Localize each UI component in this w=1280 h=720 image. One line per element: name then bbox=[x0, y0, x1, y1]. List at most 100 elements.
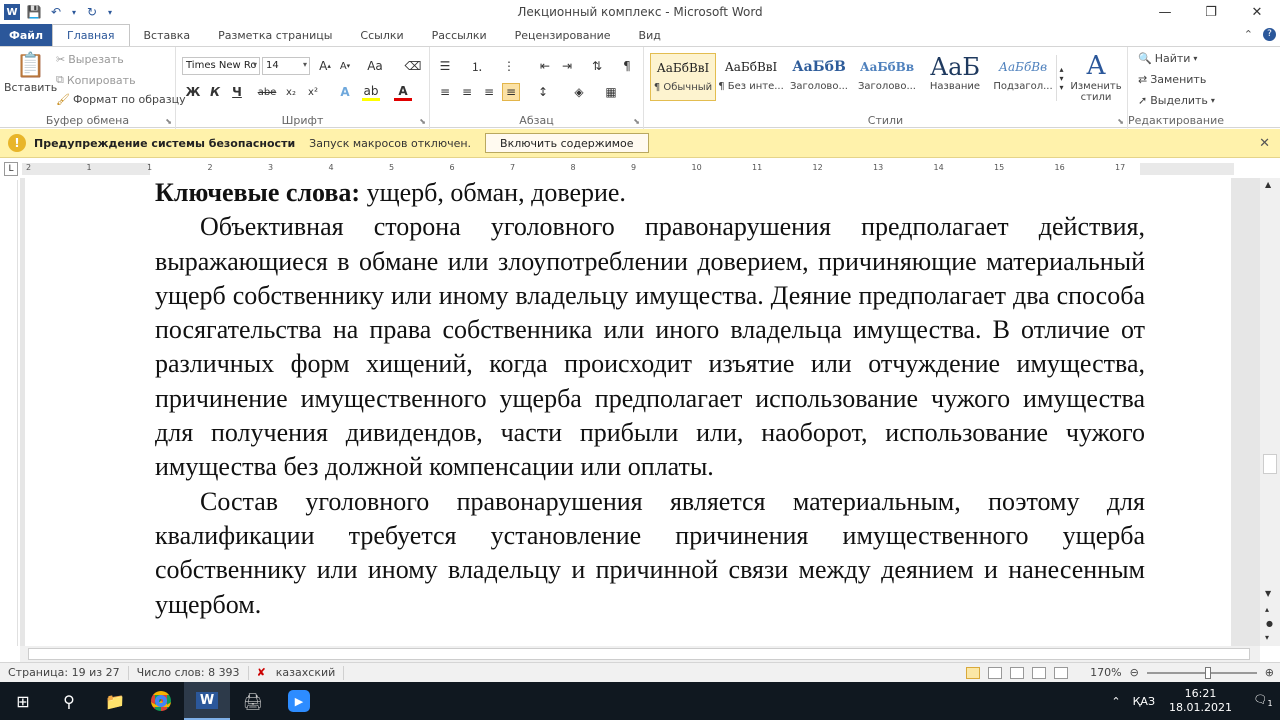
line-spacing-icon[interactable]: ↕ bbox=[534, 83, 552, 101]
file-explorer-icon[interactable]: 📁 bbox=[92, 682, 138, 720]
tab-insert[interactable]: Вставка bbox=[130, 24, 205, 46]
font-size-combo[interactable]: 14 ▾ bbox=[262, 57, 310, 75]
customize-qat-icon[interactable]: ▾ bbox=[106, 4, 114, 20]
pilcrow-icon[interactable]: ¶ bbox=[618, 57, 636, 75]
zoom-app-icon[interactable]: ▶ bbox=[276, 682, 322, 720]
numbering-icon[interactable]: ⒈ bbox=[468, 57, 486, 75]
change-case-icon[interactable]: Aa bbox=[366, 57, 384, 75]
undo-dropdown-icon[interactable]: ▾ bbox=[70, 4, 78, 20]
multilevel-list-icon[interactable]: ⋮ bbox=[500, 57, 518, 75]
style-no-spacing[interactable]: АаБбВвI ¶ Без инте... bbox=[718, 53, 784, 101]
font-launcher-icon[interactable]: ⬊ bbox=[419, 117, 426, 126]
zoom-out-icon[interactable]: ⊖ bbox=[1130, 666, 1139, 679]
draft-view-icon[interactable] bbox=[1054, 666, 1069, 679]
paragraph-launcher-icon[interactable]: ⬊ bbox=[633, 117, 640, 126]
tab-mailings[interactable]: Рассылки bbox=[418, 24, 501, 46]
horizontal-scroll-thumb[interactable] bbox=[28, 648, 1250, 660]
close-button[interactable]: ✕ bbox=[1234, 0, 1280, 24]
word-count[interactable]: Число слов: 8 393 bbox=[129, 665, 249, 680]
select-button[interactable]: ➚ Выделить ▾ bbox=[1138, 94, 1215, 107]
vertical-scroll-thumb[interactable] bbox=[1263, 454, 1277, 474]
clear-formatting-icon[interactable]: ⌫ bbox=[404, 57, 422, 75]
print-layout-view-icon[interactable] bbox=[966, 666, 981, 679]
tab-page-layout[interactable]: Разметка страницы bbox=[204, 24, 346, 46]
subscript-icon[interactable]: x₂ bbox=[282, 83, 300, 101]
word-app-icon[interactable]: W bbox=[4, 4, 20, 20]
bold-icon[interactable]: Ж bbox=[184, 83, 202, 101]
styles-launcher-icon[interactable]: ⬊ bbox=[1117, 117, 1124, 126]
font-name-combo[interactable]: Times New Ro ▾ bbox=[182, 57, 260, 75]
clock[interactable]: 16:21 18.01.2021 bbox=[1169, 687, 1232, 715]
styles-scroll-icon[interactable]: ▴ ▾ ▾ bbox=[1056, 55, 1066, 101]
tab-review[interactable]: Рецензирование bbox=[501, 24, 625, 46]
full-screen-reading-icon[interactable] bbox=[988, 666, 1003, 679]
document-page[interactable]: Ключевые слова: ущерб, обман, доверие. О… bbox=[25, 178, 1231, 646]
grow-font-icon[interactable]: A ▴ bbox=[316, 57, 334, 75]
next-page-icon[interactable]: ▾ bbox=[1265, 633, 1269, 642]
web-layout-icon[interactable] bbox=[1010, 666, 1025, 679]
replace-button[interactable]: ⇄ Заменить bbox=[1138, 73, 1206, 86]
save-icon[interactable]: 💾 bbox=[26, 4, 42, 20]
underline-icon[interactable]: Ч bbox=[228, 83, 246, 101]
align-center-icon[interactable]: ≡ bbox=[458, 83, 476, 101]
undo-icon[interactable]: ↶ bbox=[48, 4, 64, 20]
change-styles-button[interactable]: A Изменить стили bbox=[1070, 51, 1122, 103]
style-heading-1[interactable]: АаБбВ Заголово... bbox=[786, 53, 852, 101]
text-effects-icon[interactable]: A bbox=[336, 83, 354, 101]
highlight-icon[interactable]: ab bbox=[362, 83, 380, 101]
vertical-scrollbar[interactable]: ▲ ▼ ▴ ● ▾ bbox=[1260, 178, 1280, 646]
superscript-icon[interactable]: x² bbox=[304, 83, 322, 101]
tab-home[interactable]: Главная bbox=[52, 24, 130, 46]
shading-icon[interactable]: ◈ bbox=[570, 83, 588, 101]
chrome-icon[interactable] bbox=[138, 682, 184, 720]
close-icon[interactable]: ✕ bbox=[1259, 136, 1270, 151]
vertical-ruler[interactable] bbox=[4, 180, 18, 646]
justify-icon[interactable]: ≡ bbox=[502, 83, 520, 101]
style-title[interactable]: АаБ Название bbox=[922, 53, 988, 101]
minimize-ribbon-icon[interactable]: ⌃ bbox=[1244, 28, 1253, 41]
sort-icon[interactable]: ⇅ bbox=[588, 57, 606, 75]
page-indicator[interactable]: Страница: 19 из 27 bbox=[0, 665, 129, 680]
style-heading-2[interactable]: АаБбВв Заголово... bbox=[854, 53, 920, 101]
align-left-icon[interactable]: ≡ bbox=[436, 83, 454, 101]
horizontal-ruler[interactable]: 2 1 1 2 3 4 5 6 7 8 9 10 11 12 13 14 15 16 17 bbox=[22, 163, 1234, 175]
shrink-font-icon[interactable]: A ▾ bbox=[336, 57, 354, 75]
decrease-indent-icon[interactable]: ⇤ bbox=[536, 57, 554, 75]
language-indicator[interactable]: ✘ казахский bbox=[249, 665, 345, 680]
search-icon[interactable]: ⚲ bbox=[46, 682, 92, 720]
copy-button[interactable]: ⧉ Копировать bbox=[56, 73, 136, 87]
horizontal-scrollbar[interactable] bbox=[20, 646, 1260, 662]
zoom-level[interactable]: 170% bbox=[1090, 666, 1121, 679]
keyboard-language[interactable]: ҚАЗ bbox=[1133, 695, 1155, 708]
minimize-button[interactable]: — bbox=[1142, 0, 1188, 24]
outline-view-icon[interactable] bbox=[1032, 666, 1047, 679]
bullets-icon[interactable]: ☰ bbox=[436, 57, 454, 75]
italic-icon[interactable]: К bbox=[206, 83, 224, 101]
previous-page-icon[interactable]: ▴ bbox=[1265, 605, 1269, 614]
enable-content-button[interactable]: Включить содержимое bbox=[485, 133, 649, 153]
increase-indent-icon[interactable]: ⇥ bbox=[558, 57, 576, 75]
tab-view[interactable]: Вид bbox=[625, 24, 675, 46]
format-painter-button[interactable]: 🖌 Формат по образцу bbox=[56, 93, 186, 106]
find-button[interactable]: 🔍 Найти ▾ bbox=[1138, 52, 1197, 65]
redo-icon[interactable]: ↻ bbox=[84, 4, 100, 20]
tab-selector-icon[interactable]: L bbox=[4, 162, 18, 176]
zoom-slider[interactable] bbox=[1146, 666, 1257, 679]
style-normal[interactable]: АаБбВвI ¶ Обычный bbox=[650, 53, 716, 101]
tab-file[interactable]: Файл bbox=[0, 24, 52, 46]
tab-references[interactable]: Ссылки bbox=[346, 24, 417, 46]
notification-icon[interactable]: 🗨1 bbox=[1246, 693, 1280, 708]
borders-icon[interactable]: ▦ bbox=[602, 83, 620, 101]
paste-button[interactable]: 📋 Вставить bbox=[4, 51, 57, 94]
restore-button[interactable]: ❐ bbox=[1188, 0, 1234, 24]
style-subtitle[interactable]: АаБбВв Подзагол... bbox=[990, 53, 1056, 101]
help-icon[interactable]: ? bbox=[1263, 28, 1276, 41]
start-icon[interactable]: ⊞ bbox=[0, 682, 46, 720]
scroll-down-icon[interactable]: ▼ bbox=[1265, 589, 1271, 598]
word-taskbar-icon[interactable]: W bbox=[184, 682, 230, 720]
document-body[interactable]: Ключевые слова: ущерб, обман, доверие. О… bbox=[155, 178, 1145, 622]
printer-app-icon[interactable]: 🖨 bbox=[230, 682, 276, 720]
zoom-slider-knob[interactable] bbox=[1204, 666, 1211, 679]
scroll-up-icon[interactable]: ▲ bbox=[1265, 180, 1271, 189]
align-right-icon[interactable]: ≡ bbox=[480, 83, 498, 101]
